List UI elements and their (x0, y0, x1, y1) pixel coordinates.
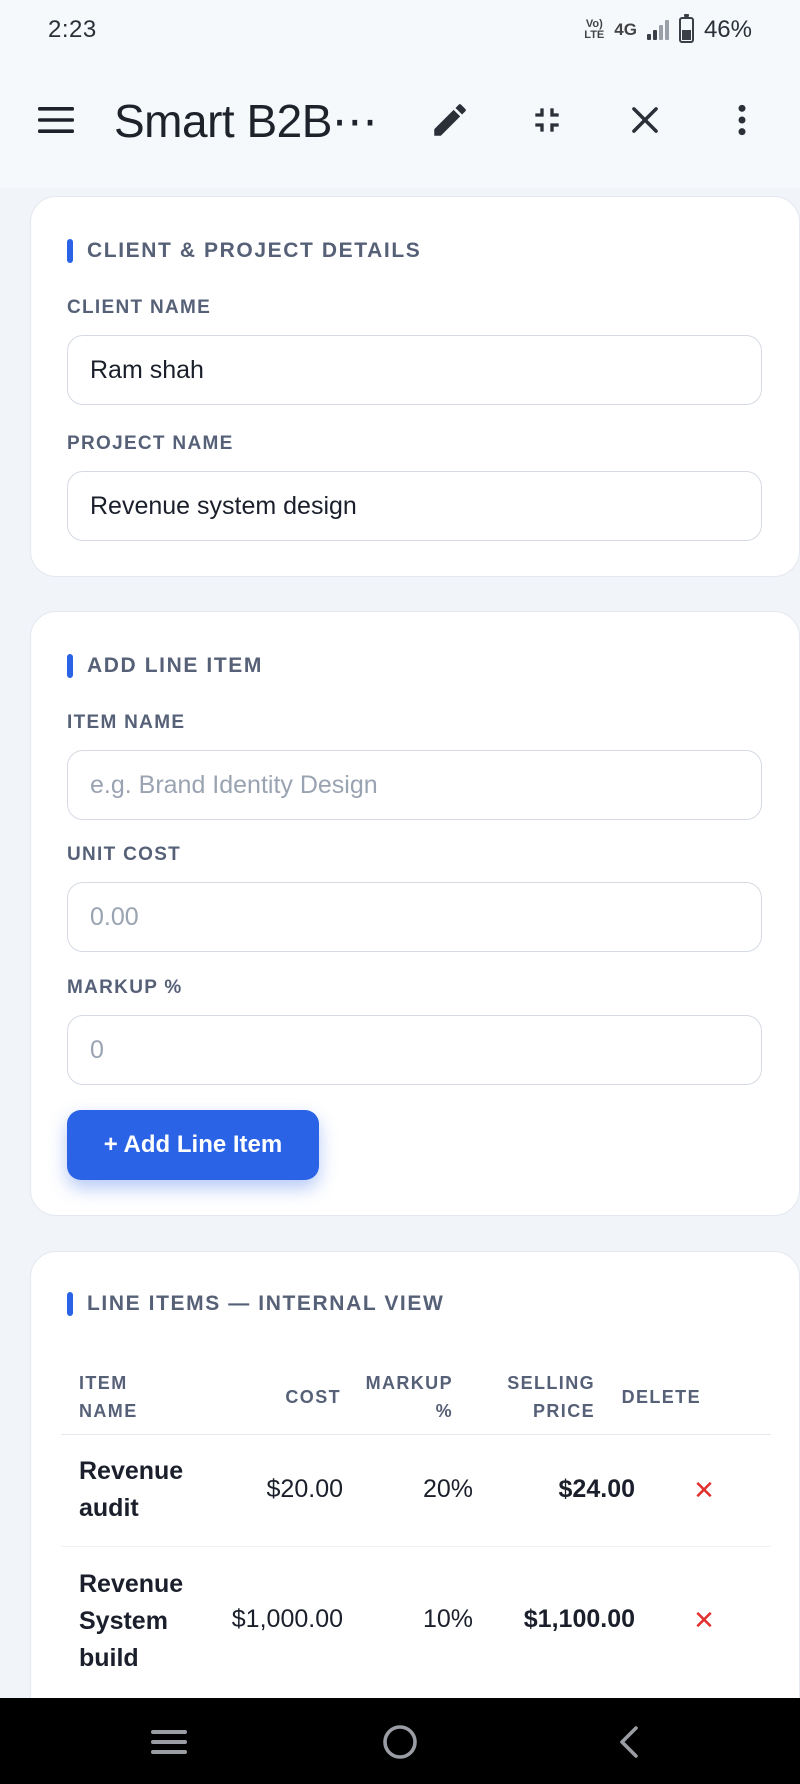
markup-input[interactable] (67, 1015, 762, 1085)
cell-markup: 20% (422, 1475, 473, 1503)
cell-selling-price: $1,100.00 (523, 1605, 635, 1633)
cell-item-name: Revenue System build (79, 1570, 184, 1672)
client-project-card: CLIENT & PROJECT DETAILS CLIENT NAME PRO… (30, 196, 800, 577)
back-icon[interactable] (603, 1716, 655, 1768)
home-icon[interactable] (374, 1716, 426, 1768)
section-accent-bar (67, 1292, 73, 1316)
battery-percent: 46% (703, 16, 752, 43)
markup-label: MARKUP % (67, 977, 183, 998)
project-name-input[interactable] (67, 471, 762, 541)
section-accent-bar (67, 239, 73, 263)
app-bar: Smart B2B⋯ (0, 60, 800, 188)
th-selling-price: SELLING PRICE (507, 1373, 595, 1421)
project-name-label: PROJECT NAME (67, 433, 234, 454)
unit-cost-input[interactable] (67, 882, 762, 952)
cell-markup: 10% (422, 1605, 473, 1633)
battery-icon (678, 14, 694, 43)
th-markup: MARKUP % (365, 1373, 453, 1421)
cell-selling-price: $24.00 (558, 1475, 635, 1503)
status-time: 2:23 (48, 16, 97, 43)
add-line-item-button[interactable]: + Add Line Item (67, 1110, 319, 1180)
line-items-card: LINE ITEMS — INTERNAL VIEW ITEM NAME COS… (30, 1251, 800, 1771)
delete-row-button[interactable]: ✕ (684, 1470, 724, 1510)
network-type: 4G (614, 20, 637, 39)
section-title-client: CLIENT & PROJECT DETAILS (67, 239, 421, 263)
edit-icon[interactable] (426, 96, 474, 144)
th-delete: DELETE (621, 1387, 701, 1407)
recents-icon[interactable] (143, 1716, 195, 1768)
th-item-name: ITEM NAME (79, 1373, 138, 1421)
page-title: Smart B2B⋯ (114, 95, 378, 147)
status-icons: Vo) LTE 4G 46% (584, 14, 752, 44)
more-vert-icon[interactable] (718, 96, 766, 144)
client-name-input[interactable] (67, 335, 762, 405)
collapse-icon[interactable] (523, 96, 571, 144)
close-icon[interactable] (621, 96, 669, 144)
section-title-add: ADD LINE ITEM (67, 654, 263, 678)
status-bar: 2:23 Vo) LTE 4G 46% (0, 0, 800, 60)
section-accent-bar (67, 654, 73, 678)
client-name-label: CLIENT NAME (67, 297, 212, 318)
volte-icon: Vo) LTE (584, 18, 605, 41)
add-line-item-card: ADD LINE ITEM ITEM NAME UNIT COST MARKUP… (30, 611, 800, 1216)
th-cost: COST (285, 1387, 341, 1407)
cell-cost: $1,000.00 (231, 1605, 343, 1633)
system-nav-bar (0, 1698, 800, 1784)
table-header: ITEM NAME COST MARKUP % SELLING PRICE DE… (61, 1363, 771, 1435)
cell-item-name: Revenue audit (79, 1457, 184, 1522)
delete-row-button[interactable]: ✕ (684, 1600, 724, 1640)
unit-cost-label: UNIT COST (67, 844, 182, 865)
row-divider (61, 1546, 771, 1547)
item-name-label: ITEM NAME (67, 712, 186, 733)
menu-icon[interactable] (34, 98, 78, 142)
section-title-items: LINE ITEMS — INTERNAL VIEW (67, 1292, 444, 1316)
cell-cost: $20.00 (266, 1475, 343, 1503)
item-name-input[interactable] (67, 750, 762, 820)
signal-icon (646, 20, 669, 40)
